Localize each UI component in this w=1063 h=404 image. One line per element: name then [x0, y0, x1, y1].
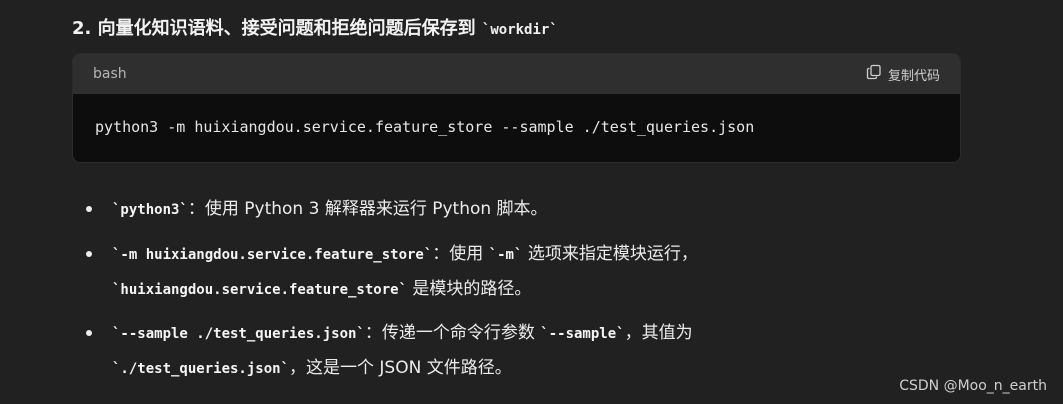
bullet-marker — [86, 251, 92, 257]
bullet-text: ，其值为 — [624, 323, 693, 343]
copy-code-button[interactable]: 复制代码 — [866, 64, 940, 84]
bullet-text: ，这是一个 JSON 文件路径。 — [289, 358, 512, 378]
copy-icon — [866, 64, 882, 84]
bullet-item-sample-continued: `./test_queries.json`，这是一个 JSON 文件路径。 — [112, 356, 512, 381]
watermark: CSDN @Moo_n_earth — [899, 378, 1047, 394]
bullet-text: 是模块的路径。 — [407, 279, 532, 299]
copy-code-label: 复制代码 — [887, 68, 940, 84]
bullet-text: ：使用 Python 3 解释器来运行 Python 脚本。 — [187, 199, 548, 219]
bullet-text: ：传递一个命令行参数 — [364, 323, 541, 343]
code-content: python3 -m huixiangdou.service.feature_s… — [95, 118, 755, 136]
bullet-marker — [86, 206, 92, 212]
code-block: bash 复制代码 python3 -m huixiangdou.service… — [72, 53, 961, 163]
bullet-item-module: `-m huixiangdou.service.feature_store`：使… — [112, 242, 698, 267]
inline-code: `--sample` — [540, 326, 625, 342]
section-heading-text: 2. 向量化知识语料、接受问题和拒绝问题后保存到 — [72, 18, 482, 39]
inline-code: `python3` — [112, 202, 188, 218]
inline-code: `./test_queries.json` — [112, 361, 290, 377]
bullet-item-python3: `python3`：使用 Python 3 解释器来运行 Python 脚本。 — [112, 197, 548, 222]
section-heading: 2. 向量化知识语料、接受问题和拒绝问题后保存到 `workdir` — [72, 14, 558, 45]
inline-code: `-m` — [488, 247, 523, 263]
bullet-item-sample: `--sample ./test_queries.json`：传递一个命令行参数… — [112, 321, 693, 346]
inline-code: `huixiangdou.service.feature_store` — [112, 282, 408, 298]
bullet-text: ：使用 — [432, 244, 489, 264]
bullet-item-module-continued: `huixiangdou.service.feature_store` 是模块的… — [112, 277, 531, 302]
code-language-label: bash — [93, 66, 127, 82]
bullet-text: 选项来指定模块运行， — [522, 244, 698, 264]
code-block-header: bash 复制代码 — [73, 54, 960, 94]
inline-code: `-m huixiangdou.service.feature_store` — [112, 247, 433, 263]
inline-code: `--sample ./test_queries.json` — [112, 326, 365, 342]
section-heading-code: `workdir` — [481, 22, 558, 38]
bullet-marker — [86, 330, 92, 336]
